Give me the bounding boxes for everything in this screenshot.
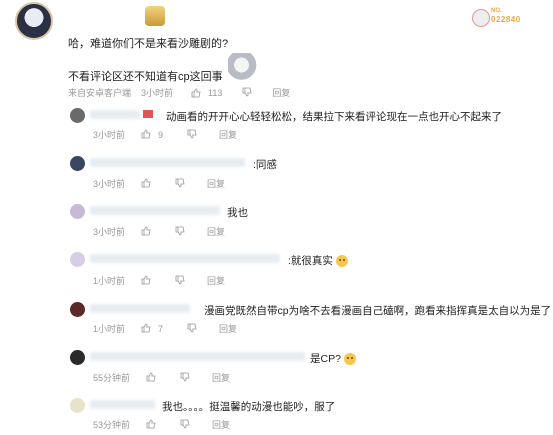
dislike-button[interactable] [175, 226, 189, 238]
dislike-button[interactable] [175, 178, 189, 190]
reply-avatar[interactable] [70, 252, 85, 267]
reply-text-6-content: 是CP? [310, 353, 341, 365]
like-button[interactable]: 113 [191, 88, 226, 98]
reply-text-2: :同感 [253, 159, 277, 171]
badge-no: NO. [491, 8, 502, 14]
reply-meta-5: 1小时前 7 回复 [93, 322, 241, 335]
reply-button[interactable]: 回复 [212, 371, 230, 384]
reply-avatar[interactable] [70, 302, 85, 317]
reply-avatar[interactable] [70, 204, 85, 219]
reply-time: 53分钟前 [93, 420, 131, 430]
main-comment-line2: 不看评论区还不知道有cp这回事 [68, 71, 223, 83]
thumb-up-icon [146, 372, 156, 384]
like-button[interactable] [141, 275, 155, 287]
reply-button[interactable]: 回复 [219, 322, 237, 335]
reply-button[interactable]: 回复 [207, 225, 225, 238]
reply-avatar[interactable] [70, 156, 85, 171]
thumb-up-icon [141, 178, 151, 190]
dislike-button[interactable] [242, 87, 256, 99]
reply-time: 3小时前 [93, 179, 126, 189]
like-button[interactable] [141, 226, 155, 238]
vip-icon [143, 110, 153, 118]
reply-button[interactable]: 回复 [272, 86, 290, 99]
dislike-button[interactable] [187, 129, 201, 141]
reply-text-6: 是CP? [310, 351, 356, 366]
thumb-up-icon [141, 129, 151, 141]
reply-text-4-content: :就很真实 [288, 255, 333, 267]
like-button[interactable] [146, 372, 160, 384]
device-label: 来自安卓客户端 [68, 88, 132, 98]
smiley-emoji-icon [335, 255, 348, 268]
reply-meta-4: 1小时前 回复 [93, 274, 229, 287]
reply-text-5: 漫画党既然自带cp为啥不去看漫画自己磕啊，跑看来指挥真是太自以为是了 [204, 305, 552, 317]
thumb-down-icon [175, 275, 185, 287]
main-avatar[interactable] [15, 2, 53, 40]
reply-button[interactable]: 回复 [207, 177, 225, 190]
like-count: 9 [158, 129, 164, 140]
badge-figure-icon [472, 9, 490, 27]
username-blur [90, 158, 245, 167]
reply-text-7: 我也。。。。挺温馨的动漫也能吵，服了 [162, 401, 336, 413]
username-blur [90, 304, 190, 313]
thumb-up-icon [191, 88, 201, 98]
like-button[interactable]: 7 [141, 323, 167, 335]
like-button[interactable]: 9 [141, 129, 167, 141]
thumb-down-icon [180, 419, 190, 431]
reply-button[interactable]: 回复 [212, 418, 230, 431]
thumb-down-icon [187, 323, 197, 335]
reply-button[interactable]: 回复 [207, 274, 225, 287]
reply-time: 3小时前 [93, 227, 126, 237]
like-count: 113 [208, 87, 223, 98]
time-label: 3小时前 [141, 88, 174, 98]
reply-text-3: 我也 [227, 207, 248, 219]
thumb-up-icon [141, 226, 151, 238]
fan-badge: NO. 022840 [472, 8, 530, 27]
like-count: 7 [158, 323, 164, 334]
reply-time: 55分钟前 [93, 373, 131, 383]
thumb-down-icon [180, 372, 190, 384]
dislike-button[interactable] [175, 275, 189, 287]
reply-meta-6: 55分钟前 回复 [93, 371, 234, 384]
reply-avatar[interactable] [70, 398, 85, 413]
like-button[interactable] [146, 419, 160, 431]
thumb-up-icon [141, 275, 151, 287]
thumb-down-icon [242, 87, 252, 99]
main-comment-line1: 哈，难道你们不是来看沙雕剧的? [68, 38, 229, 50]
avatar-pendant-icon [145, 6, 165, 26]
reply-text-1: 动画看的开开心心轻轻松松，结果拉下来看评论现在一点也开心不起来了 [166, 111, 502, 123]
username-blur [90, 110, 140, 119]
main-meta: 来自安卓客户端 3小时前 113 回复 [68, 86, 294, 99]
reply-meta-1: 3小时前 9 回复 [93, 128, 241, 141]
thumb-down-icon [175, 178, 185, 190]
dislike-button[interactable] [187, 323, 201, 335]
reply-time: 1小时前 [93, 276, 126, 286]
thumb-up-icon [141, 323, 151, 335]
dislike-button[interactable] [180, 372, 194, 384]
username-blur [90, 400, 155, 409]
thumb-up-icon [146, 419, 156, 431]
reply-meta-7: 53分钟前 回复 [93, 418, 234, 431]
reply-meta-3: 3小时前 回复 [93, 225, 229, 238]
reply-meta-2: 3小时前 回复 [93, 177, 229, 190]
badge-number: 022840 [491, 15, 521, 24]
smiley-emoji-icon [343, 353, 356, 366]
username-blur [90, 352, 305, 361]
dislike-button[interactable] [180, 419, 194, 431]
username-blur [90, 206, 220, 215]
reply-time: 1小时前 [93, 324, 126, 334]
reply-avatar[interactable] [70, 108, 85, 123]
thumb-down-icon [187, 129, 197, 141]
reply-avatar[interactable] [70, 350, 85, 365]
thumb-down-icon [175, 226, 185, 238]
like-button[interactable] [141, 178, 155, 190]
sticker-image [228, 53, 258, 83]
reply-time: 3小时前 [93, 130, 126, 140]
reply-text-4: :就很真实 [288, 253, 348, 268]
reply-button[interactable]: 回复 [219, 128, 237, 141]
username-blur [90, 254, 280, 263]
